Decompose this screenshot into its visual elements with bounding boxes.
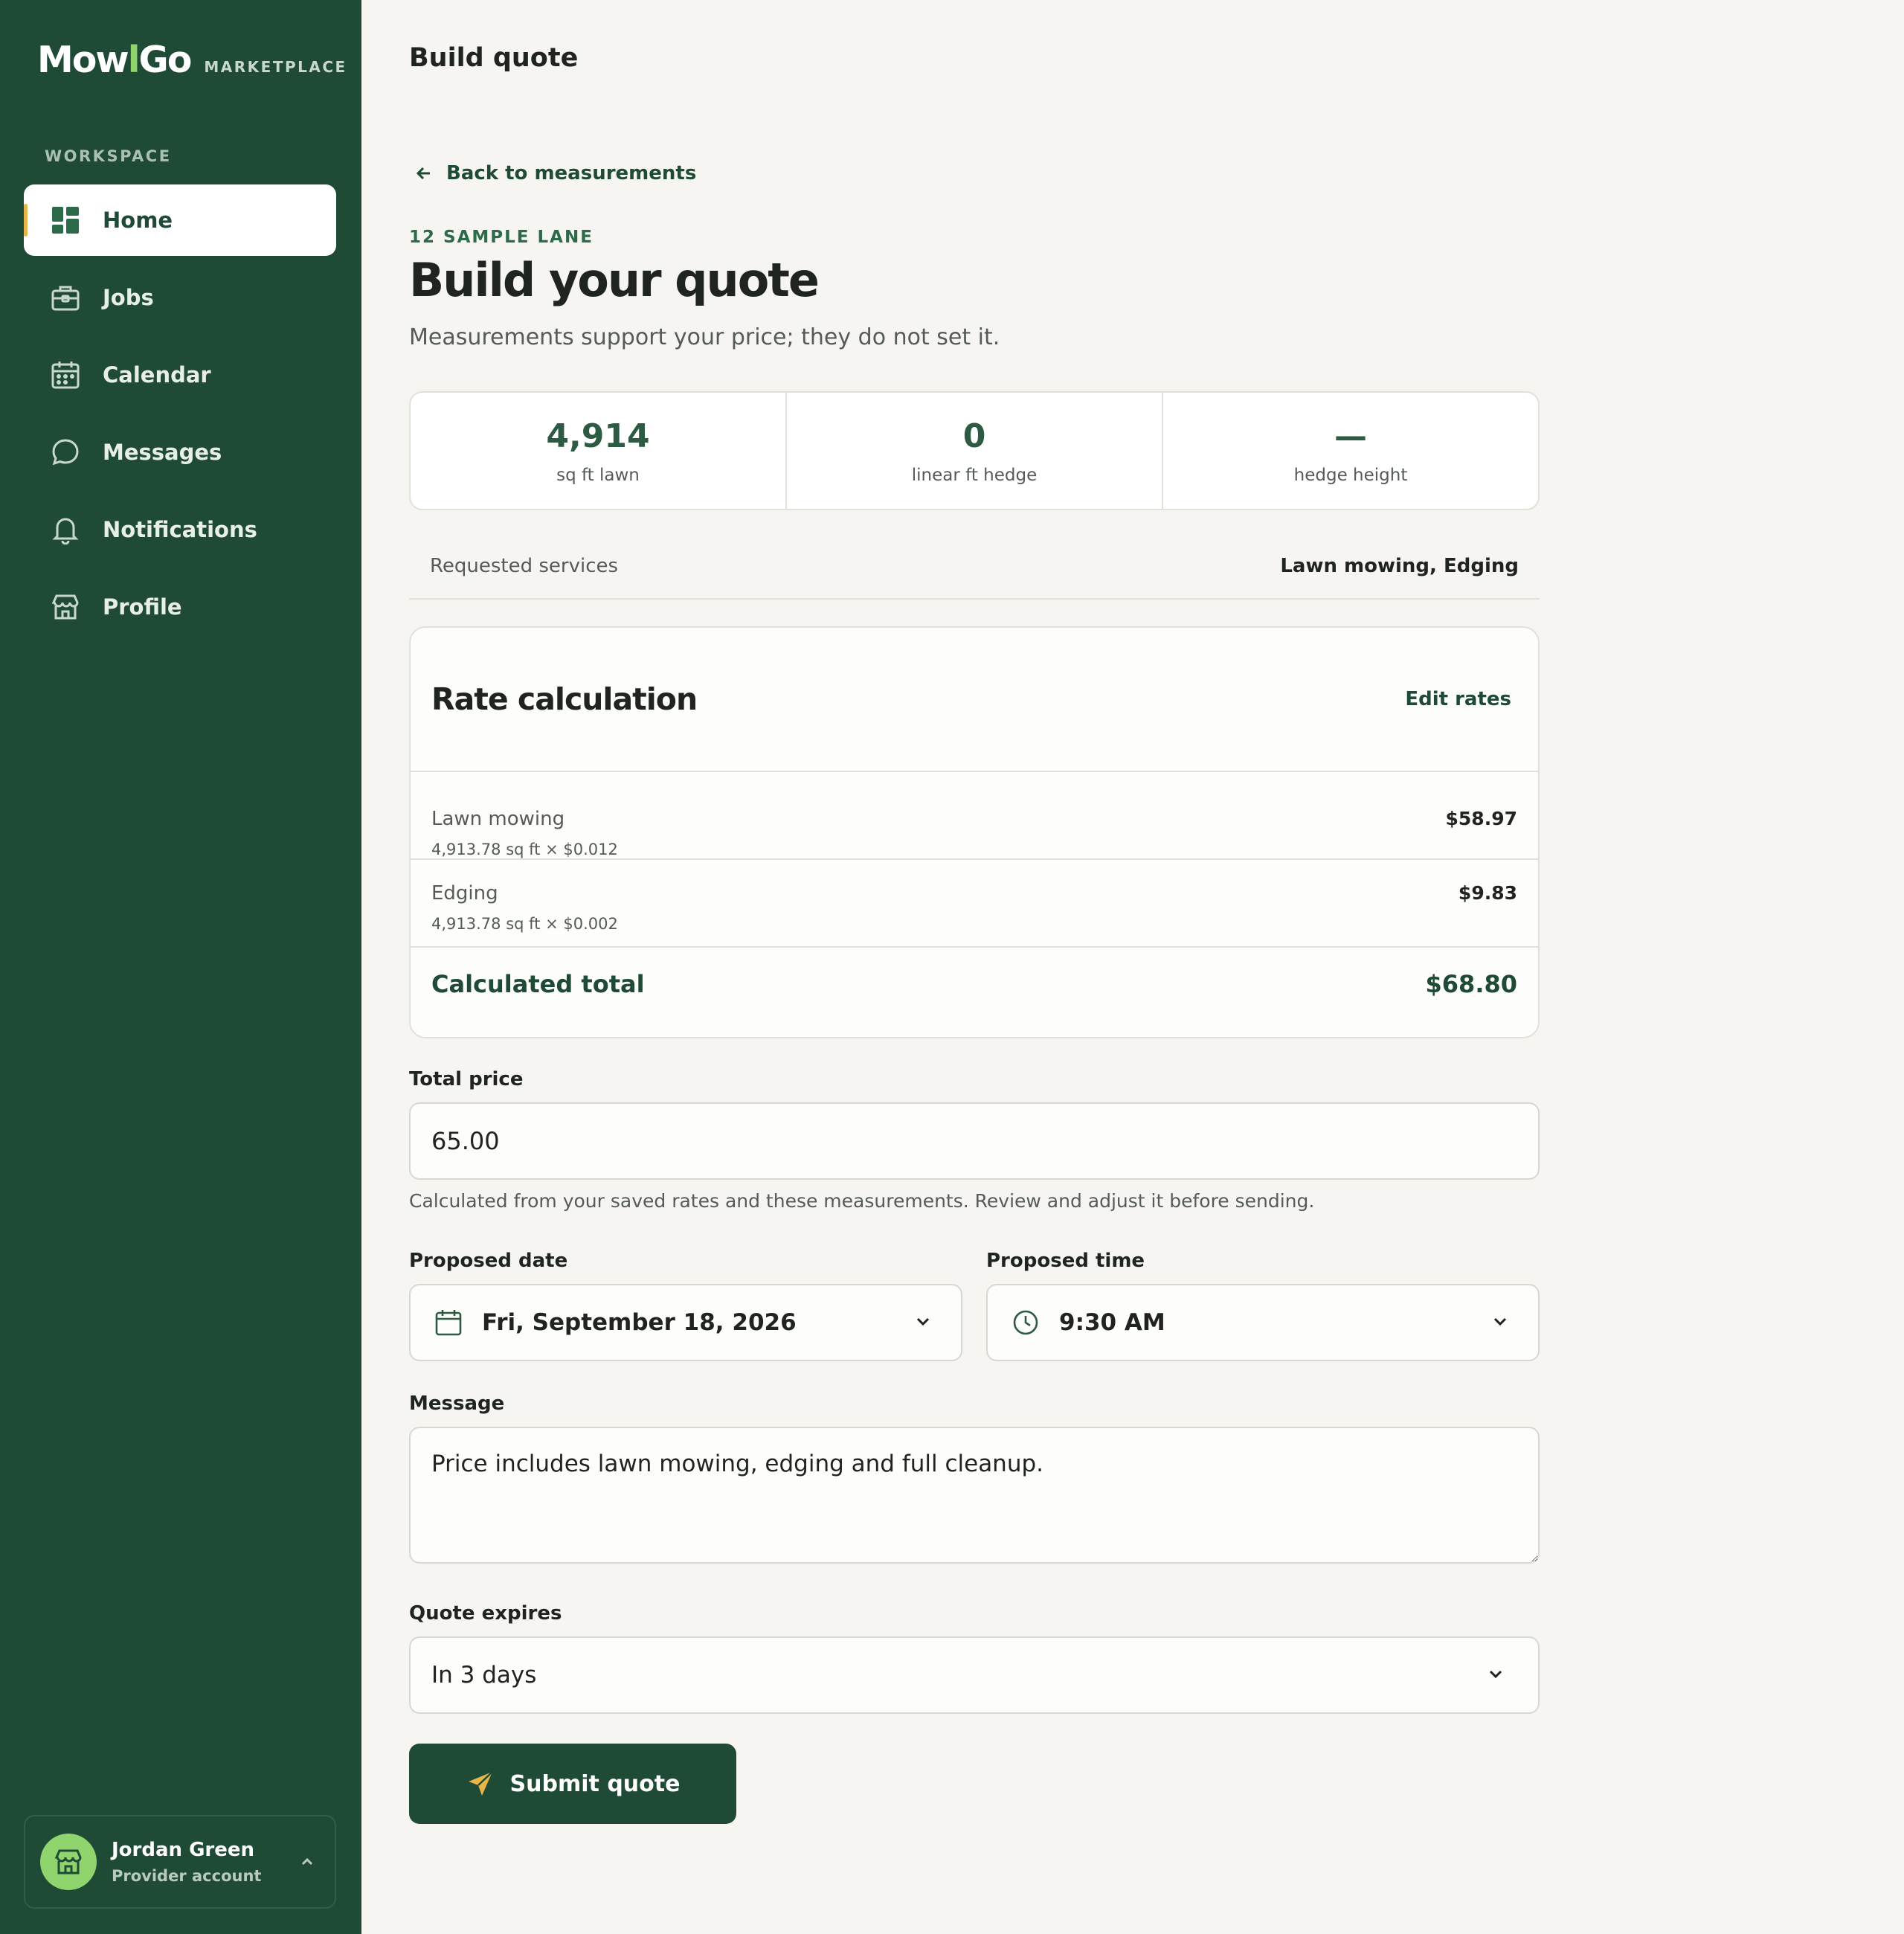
chat-bubble-icon: [51, 437, 80, 467]
message-label: Message: [409, 1392, 505, 1415]
total-price-input[interactable]: [411, 1127, 1538, 1155]
rate-line-name: Lawn mowing: [431, 808, 565, 830]
rate-line-amount: $9.83: [1458, 882, 1517, 904]
brand-name-part2: Go: [138, 39, 193, 81]
page-title: Build quote: [409, 43, 579, 73]
avatar: [40, 1834, 97, 1890]
calculated-total-label: Calculated total: [431, 970, 645, 998]
rate-line-info: Edging 4,913.78 sq ft × $0.002: [431, 882, 618, 946]
stat-lawn-area: 4,914 sq ft lawn: [411, 393, 787, 509]
stat-hedge-height: — hedge height: [1163, 393, 1538, 509]
stat-value: —: [1334, 417, 1367, 455]
total-price-label: Total price: [409, 1068, 524, 1090]
rate-line-info: Lawn mowing 4,913.78 sq ft × $0.012: [431, 808, 618, 858]
sidebar-item-home[interactable]: Home: [24, 184, 336, 256]
send-icon: [468, 1771, 493, 1796]
sidebar-section-label: WORKSPACE: [45, 147, 172, 165]
calculated-total-row: Calculated total $68.80: [411, 948, 1538, 1021]
arrow-left-icon: [416, 167, 430, 180]
chevron-down-icon: [913, 1311, 933, 1334]
storefront-icon: [51, 592, 80, 622]
back-to-measurements-link[interactable]: Back to measurements: [415, 162, 696, 184]
sidebar-item-label: Calendar: [103, 362, 211, 388]
brand-tagline: MARKETPLACE: [204, 58, 347, 76]
back-link-label: Back to measurements: [446, 162, 697, 184]
sidebar-item-label: Jobs: [103, 285, 154, 310]
sidebar-nav: Home Jobs Calendar Messages Notification…: [24, 184, 336, 649]
sidebar-item-label: Profile: [103, 594, 182, 620]
user-role: Provider account: [112, 1867, 262, 1885]
proposed-time-select[interactable]: 9:30 AM: [986, 1284, 1540, 1361]
total-price-helper: Calculated from your saved rates and the…: [409, 1190, 1315, 1212]
clock-icon: [1013, 1310, 1038, 1335]
sidebar-item-profile[interactable]: Profile: [24, 571, 336, 643]
submit-quote-label: Submit quote: [509, 1770, 681, 1797]
quote-expires-value: In 3 days: [431, 1662, 537, 1689]
stat-label: hedge height: [1293, 465, 1408, 485]
user-account-menu[interactable]: Jordan Green Provider account: [24, 1815, 336, 1909]
sidebar-item-label: Messages: [103, 440, 222, 465]
quote-expires-select[interactable]: In 3 days: [409, 1636, 1540, 1714]
rate-calculation-card: Rate calculation Edit rates Lawn mowing …: [409, 626, 1540, 1038]
rate-line-detail: 4,913.78 sq ft × $0.002: [431, 915, 618, 933]
rate-line-amount: $58.97: [1445, 808, 1517, 829]
requested-services-label: Requested services: [430, 555, 619, 577]
stat-hedge-length: 0 linear ft hedge: [787, 393, 1163, 509]
sidebar-item-label: Home: [103, 208, 173, 233]
rate-line-edging: Edging 4,913.78 sq ft × $0.002 $9.83: [411, 860, 1538, 948]
rate-line-lawn-mowing: Lawn mowing 4,913.78 sq ft × $0.012 $58.…: [411, 772, 1538, 860]
sidebar-item-jobs[interactable]: Jobs: [24, 262, 336, 333]
address-eyebrow: 12 SAMPLE LANE: [409, 228, 594, 247]
stat-label: linear ft hedge: [911, 465, 1038, 485]
proposed-date-value: Fri, September 18, 2026: [482, 1309, 797, 1336]
brand-name-part1: Mow: [37, 39, 129, 81]
proposed-date-select[interactable]: Fri, September 18, 2026: [409, 1284, 962, 1361]
user-info: Jordan Green Provider account: [112, 1839, 261, 1885]
brand-divider: l: [127, 39, 141, 81]
calculated-total-value: $68.80: [1425, 970, 1517, 998]
total-price-field[interactable]: [409, 1102, 1540, 1180]
storefront-icon: [54, 1849, 82, 1874]
chevron-up-icon: [299, 1854, 315, 1873]
rate-calculation-header: Rate calculation Edit rates: [411, 628, 1538, 772]
chevron-down-icon: [1486, 1664, 1505, 1686]
stat-value: 4,914: [546, 417, 650, 455]
proposed-time-value: 9:30 AM: [1059, 1309, 1165, 1336]
proposed-time-label: Proposed time: [986, 1250, 1145, 1272]
quote-expires-label: Quote expires: [409, 1602, 562, 1625]
main-heading: Build your quote: [409, 253, 820, 307]
stat-value: 0: [962, 417, 986, 455]
brand-wordmark: MowlGo: [37, 39, 193, 81]
edit-rates-link[interactable]: Edit rates: [1405, 688, 1511, 710]
bell-icon: [51, 515, 80, 545]
message-textarea[interactable]: Price includes lawn mowing, edging and f…: [409, 1427, 1540, 1564]
sidebar: MowlGo MARKETPLACE WORKSPACE Home Jobs C…: [0, 0, 361, 1934]
sidebar-item-label: Notifications: [103, 517, 257, 542]
stat-label: sq ft lawn: [556, 465, 640, 485]
sidebar-item-calendar[interactable]: Calendar: [24, 339, 336, 411]
calendar-icon: [435, 1310, 462, 1336]
sidebar-item-notifications[interactable]: Notifications: [24, 494, 336, 565]
measurement-stats: 4,914 sq ft lawn 0 linear ft hedge — hed…: [409, 391, 1540, 510]
rate-line-detail: 4,913.78 sq ft × $0.012: [431, 841, 618, 858]
proposed-date-label: Proposed date: [409, 1250, 568, 1272]
briefcase-icon: [51, 283, 80, 312]
requested-services-row: Requested services Lawn mowing, Edging: [409, 542, 1540, 600]
submit-quote-button[interactable]: Submit quote: [409, 1744, 736, 1824]
rate-line-name: Edging: [431, 882, 498, 905]
user-name: Jordan Green: [112, 1839, 255, 1861]
calendar-icon: [51, 360, 80, 390]
requested-services-value: Lawn mowing, Edging: [1280, 555, 1519, 577]
main-subtitle: Measurements support your price; they do…: [409, 324, 1000, 350]
rate-calculation-title: Rate calculation: [431, 681, 698, 717]
sidebar-item-messages[interactable]: Messages: [24, 417, 336, 488]
dashboard-icon: [51, 205, 80, 235]
chevron-down-icon: [1490, 1311, 1510, 1334]
brand-logo[interactable]: MowlGo MARKETPLACE: [37, 39, 347, 81]
